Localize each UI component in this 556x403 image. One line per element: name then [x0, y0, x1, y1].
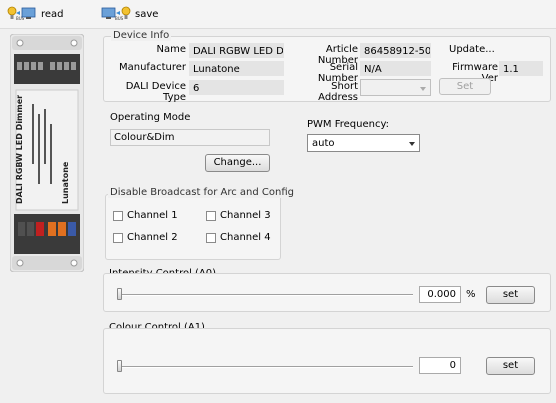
chevron-down-icon: [420, 87, 426, 91]
channel-4-label: Channel 4: [220, 232, 271, 243]
intensity-unit: %: [466, 289, 476, 300]
device-image: DALI RGBW LED Dimmer Lunatone: [9, 33, 85, 273]
save-button[interactable]: BUS save: [101, 5, 158, 23]
svg-text:BUS: BUS: [115, 16, 124, 21]
change-mode-button[interactable]: Change...: [205, 154, 270, 172]
intensity-slider-track[interactable]: [117, 294, 413, 296]
set-address-button[interactable]: Set: [439, 78, 491, 95]
checkbox-box: [113, 210, 123, 221]
channel-2-label: Channel 2: [127, 232, 178, 243]
serial-field: N/A: [360, 61, 431, 76]
save-label: save: [135, 8, 159, 20]
intensity-group: [103, 273, 551, 312]
broadcast-title: Disable Broadcast for Arc and Config: [108, 187, 296, 198]
colour-slider-thumb[interactable]: [117, 360, 122, 372]
save-icon: BUS: [101, 5, 131, 24]
checkbox-box: [206, 232, 216, 243]
channel-3-label: Channel 3: [220, 210, 271, 221]
intensity-slider-thumb[interactable]: [117, 288, 122, 300]
channel-3-checkbox[interactable]: Channel 3: [206, 210, 271, 221]
colour-slider-track[interactable]: [117, 366, 413, 368]
short-address-select[interactable]: [360, 79, 431, 96]
broadcast-group: [105, 194, 281, 260]
svg-text:DALI RGBW LED Dimmer: DALI RGBW LED Dimmer: [15, 95, 24, 204]
device-info-title: Device Info: [111, 30, 172, 41]
intensity-value-field[interactable]: 0.000: [419, 286, 461, 303]
update-link[interactable]: Update...: [449, 44, 495, 55]
read-button[interactable]: BUS read: [7, 5, 64, 23]
svg-text:Lunatone: Lunatone: [61, 161, 70, 204]
checkbox-box: [113, 232, 123, 243]
article-field: 86458912-500...: [360, 43, 431, 58]
manufacturer-label: Manufacturer: [119, 62, 186, 73]
device-type-field: 6: [189, 80, 284, 95]
checkbox-box: [206, 210, 216, 221]
pwm-frequency-select[interactable]: auto: [307, 134, 420, 152]
operating-mode-field: Colour&Dim: [110, 129, 270, 146]
device-type-label: DALI Device Type: [125, 81, 186, 103]
read-icon: BUS: [7, 5, 37, 24]
chevron-down-icon: [409, 142, 415, 146]
colour-set-button[interactable]: set: [486, 357, 535, 375]
channel-4-checkbox[interactable]: Channel 4: [206, 232, 271, 243]
operating-mode-title: Operating Mode: [110, 112, 191, 123]
colour-value-field[interactable]: 0: [419, 357, 461, 374]
firmware-field: 1.1: [499, 61, 543, 76]
short-address-label: Short Address: [318, 81, 358, 103]
toolbar: BUS read BUS save: [0, 0, 556, 29]
name-label: Name: [156, 44, 186, 55]
name-field: DALI RGBW LED Di...: [189, 43, 284, 58]
intensity-set-button[interactable]: set: [486, 286, 535, 304]
pwm-frequency-value: auto: [312, 138, 335, 149]
channel-1-checkbox[interactable]: Channel 1: [113, 210, 178, 221]
channel-2-checkbox[interactable]: Channel 2: [113, 232, 178, 243]
manufacturer-field: Lunatone: [189, 61, 284, 76]
colour-group: [103, 328, 551, 394]
pwm-frequency-label: PWM Frequency:: [307, 119, 390, 130]
read-label: read: [41, 8, 64, 20]
channel-1-label: Channel 1: [127, 210, 178, 221]
